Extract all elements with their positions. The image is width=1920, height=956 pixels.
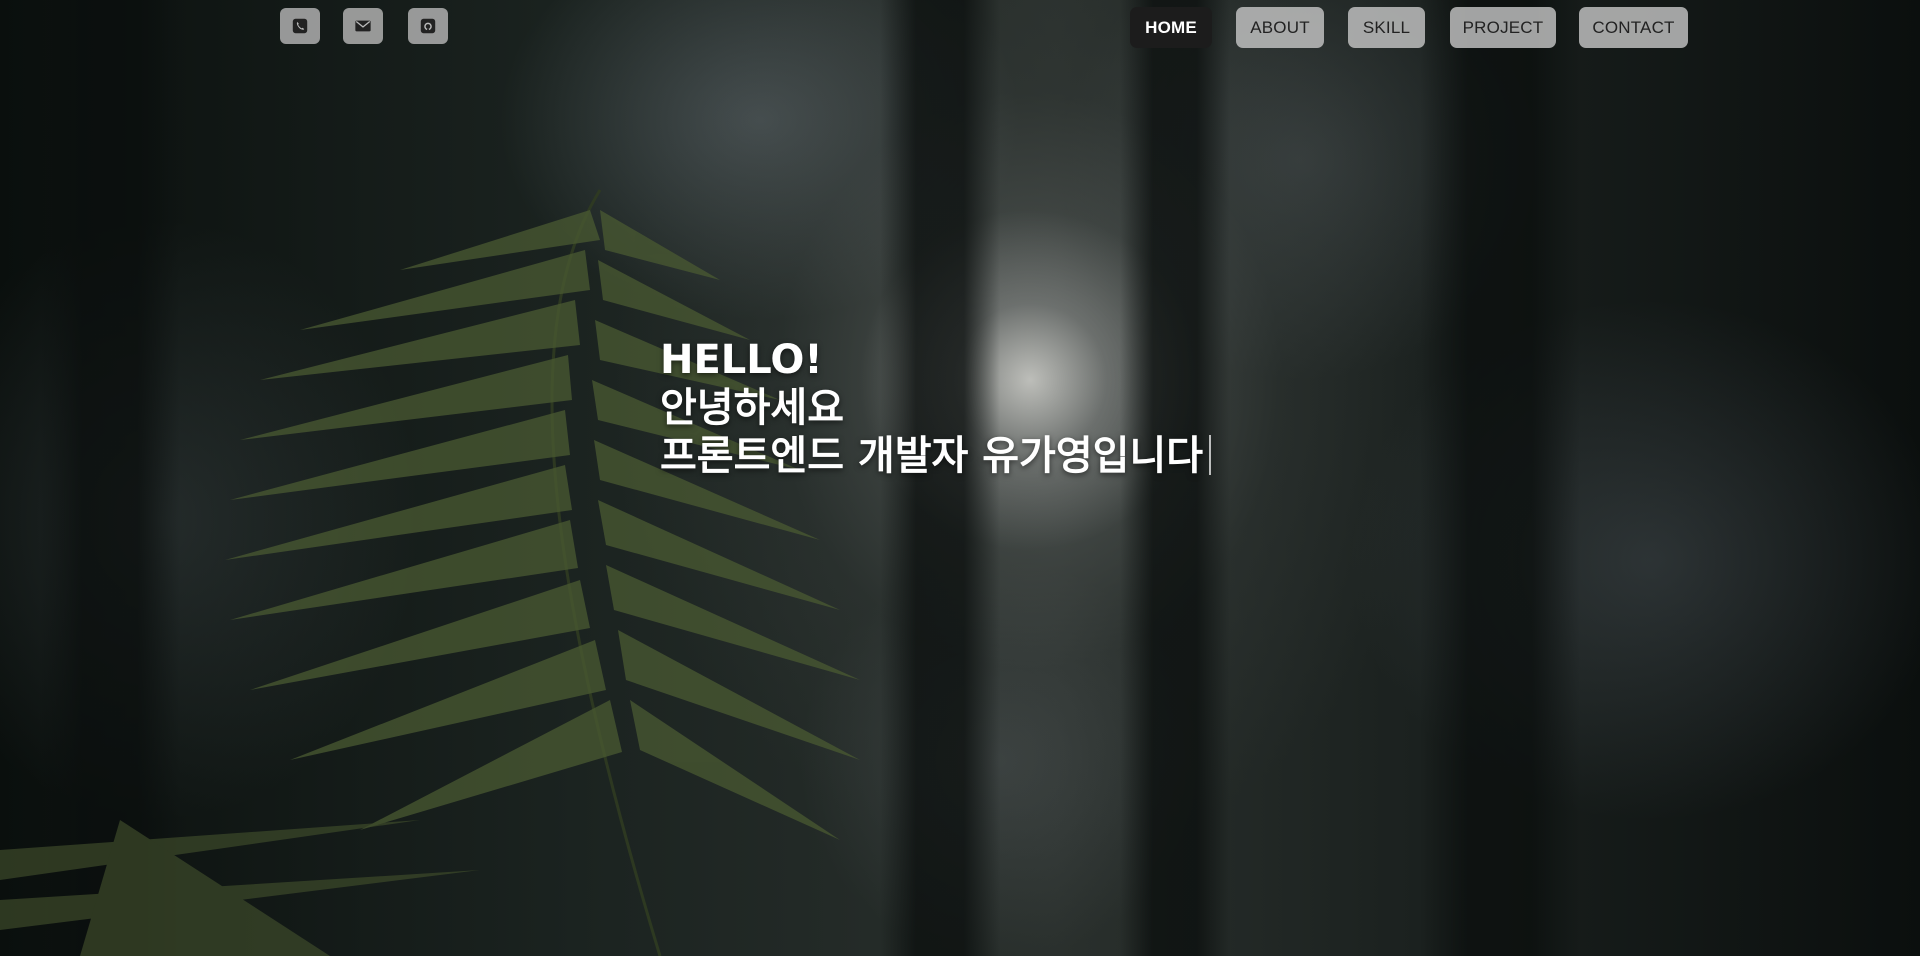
typing-caret (1209, 435, 1212, 475)
greeting-line-annyeong: 안녕하세요 (660, 385, 844, 431)
greeting-line-intro: 프론트엔드 개발자 유가영입니다 (660, 432, 1212, 480)
nav-contact-label: CONTACT (1592, 17, 1675, 37)
email-button[interactable] (343, 8, 383, 44)
nav-contact[interactable]: CONTACT (1579, 7, 1688, 48)
mail-icon (355, 20, 371, 32)
nav-skill[interactable]: SKILL (1348, 7, 1425, 48)
phone-icon (292, 18, 308, 34)
nav-home-label: HOME (1145, 17, 1197, 37)
nav-skill-label: SKILL (1362, 17, 1411, 37)
nav-home[interactable]: HOME (1130, 7, 1212, 48)
nav-about-label: ABOUT (1250, 17, 1310, 37)
phone-button[interactable] (280, 8, 320, 44)
github-button[interactable] (408, 8, 448, 44)
nav-project-label: PROJECT (1462, 17, 1544, 37)
greeting-line-hello: HELLO! (660, 337, 823, 383)
hero-greeting: HELLO! 안녕하세요 프론트엔드 개발자 유가영입니다 (660, 336, 1212, 480)
greeting-intro-text: 프론트엔드 개발자 유가영입니다 (660, 433, 1204, 479)
hero-section: HOME ABOUT SKILL PROJECT CONTACT HELLO! … (0, 0, 1920, 956)
github-icon (420, 18, 436, 34)
nav-about[interactable]: ABOUT (1236, 7, 1324, 48)
nav-project[interactable]: PROJECT (1450, 7, 1556, 48)
